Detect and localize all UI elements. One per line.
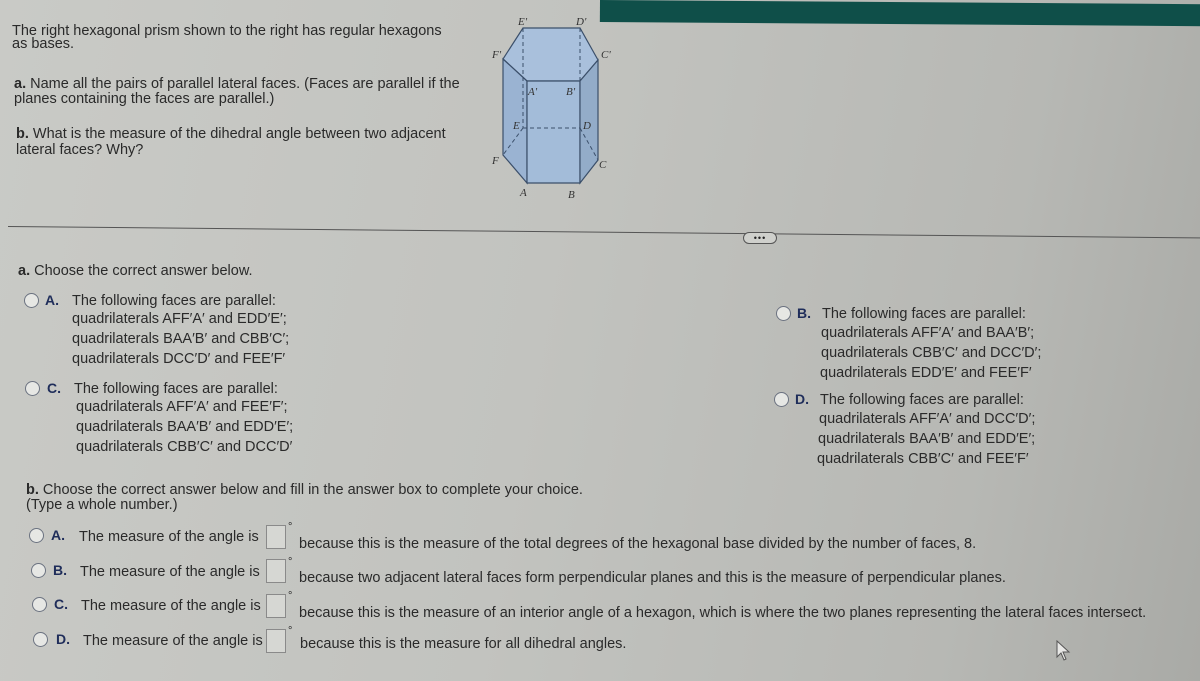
hexagonal-prism-figure: E' D' F' C' A' B' E D F C A B bbox=[491, 16, 611, 201]
option-line: quadrilaterals AFF′A′ and BAA′B′; bbox=[821, 325, 1035, 341]
radio-part-a-A[interactable] bbox=[24, 293, 39, 308]
option-reason: because two adjacent lateral faces form … bbox=[299, 570, 1006, 586]
option-reason: because this is the measure of an interi… bbox=[299, 605, 1147, 621]
part-b-text: What is the measure of the dihedral angl… bbox=[32, 126, 446, 142]
option-prefix: The measure of the angle is bbox=[83, 633, 263, 649]
option-letter: A. bbox=[51, 527, 65, 543]
part-a-prompt-text: Choose the correct answer below. bbox=[34, 263, 253, 279]
option-heading: The following faces are parallel: bbox=[822, 306, 1026, 322]
part-b-text-line2: lateral faces? Why? bbox=[16, 142, 144, 158]
option-line: quadrilaterals AFF′A′ and EDD′E′; bbox=[72, 311, 287, 327]
angle-answer-input[interactable] bbox=[266, 594, 286, 618]
option-letter: D. bbox=[795, 391, 809, 407]
option-line: quadrilaterals BAA′B′ and CBB′C′; bbox=[72, 331, 290, 347]
option-letter: A. bbox=[45, 292, 59, 308]
option-line: quadrilaterals CBB′C′ and FEE′F′ bbox=[817, 451, 1029, 467]
label-C-prime: C' bbox=[601, 49, 611, 61]
radio-part-b-C[interactable] bbox=[32, 597, 47, 612]
label-C: C bbox=[599, 159, 607, 171]
option-prefix: The measure of the angle is bbox=[79, 529, 259, 545]
option-letter: C. bbox=[54, 596, 68, 612]
option-line: quadrilaterals CBB′C′ and DCC′D′ bbox=[76, 439, 293, 455]
angle-answer-input[interactable] bbox=[266, 629, 286, 653]
question-intro-line2: as bases. bbox=[12, 36, 75, 52]
part-a-prompt: a. Choose the correct answer below. bbox=[18, 262, 253, 280]
radio-part-b-B[interactable] bbox=[31, 563, 46, 578]
label-E-prime: E' bbox=[517, 16, 528, 28]
header-bar bbox=[599, 0, 1200, 27]
part-a-prompt-label: a. bbox=[18, 263, 31, 279]
radio-part-a-B[interactable] bbox=[776, 306, 791, 321]
option-prefix: The measure of the angle is bbox=[80, 564, 260, 580]
label-F: F bbox=[491, 155, 499, 167]
radio-part-a-C[interactable] bbox=[25, 381, 40, 396]
degree-symbol: ° bbox=[288, 590, 293, 602]
degree-symbol: ° bbox=[288, 521, 293, 533]
question-intro: The right hexagonal prism shown to the r… bbox=[12, 23, 442, 39]
mouse-cursor-icon bbox=[1056, 640, 1071, 661]
part-b-label: b. bbox=[16, 126, 29, 142]
angle-answer-input[interactable] bbox=[266, 525, 286, 549]
option-letter: D. bbox=[56, 631, 70, 647]
section-divider bbox=[7, 226, 1200, 239]
degree-symbol: ° bbox=[288, 625, 293, 637]
label-F-prime: F' bbox=[491, 49, 502, 61]
label-E: E bbox=[512, 120, 520, 132]
option-line: quadrilaterals CBB′C′ and DCC′D′; bbox=[821, 345, 1042, 361]
option-heading: The following faces are parallel: bbox=[74, 381, 278, 397]
option-reason: because this is the measure for all dihe… bbox=[300, 636, 627, 652]
option-line: quadrilaterals BAA′B′ and EDD′E′; bbox=[818, 431, 1036, 447]
label-D-prime: D' bbox=[575, 16, 587, 28]
option-reason: because this is the measure of the total… bbox=[299, 536, 977, 552]
part-a-text-line2: planes containing the faces are parallel… bbox=[14, 91, 275, 107]
option-letter: B. bbox=[53, 562, 67, 578]
option-letter: C. bbox=[47, 380, 61, 396]
prism-faces bbox=[502, 27, 599, 185]
option-line: quadrilaterals AFF′A′ and FEE′F′; bbox=[76, 399, 288, 415]
option-line: quadrilaterals EDD′E′ and FEE′F′ bbox=[820, 365, 1032, 381]
option-heading: The following faces are parallel: bbox=[72, 293, 276, 309]
radio-part-b-A[interactable] bbox=[29, 528, 44, 543]
label-B-prime: B' bbox=[566, 86, 576, 98]
label-A: A bbox=[519, 187, 527, 199]
radio-part-a-D[interactable] bbox=[774, 392, 789, 407]
label-D: D bbox=[582, 120, 591, 132]
label-B: B bbox=[568, 189, 575, 201]
option-letter: B. bbox=[797, 305, 811, 321]
part-b-hint: (Type a whole number.) bbox=[26, 497, 178, 513]
label-A-prime: A' bbox=[527, 86, 538, 98]
radio-part-b-D[interactable] bbox=[33, 632, 48, 647]
option-line: quadrilaterals BAA′B′ and EDD′E′; bbox=[76, 419, 294, 435]
option-heading: The following faces are parallel: bbox=[820, 392, 1024, 408]
option-line: quadrilaterals AFF′A′ and DCC′D′; bbox=[819, 411, 1036, 427]
degree-symbol: ° bbox=[288, 556, 293, 568]
more-options-button[interactable]: ••• bbox=[743, 232, 777, 244]
option-line: quadrilaterals DCC′D′ and FEE′F′ bbox=[72, 351, 286, 367]
option-prefix: The measure of the angle is bbox=[81, 598, 261, 614]
angle-answer-input[interactable] bbox=[266, 559, 286, 583]
